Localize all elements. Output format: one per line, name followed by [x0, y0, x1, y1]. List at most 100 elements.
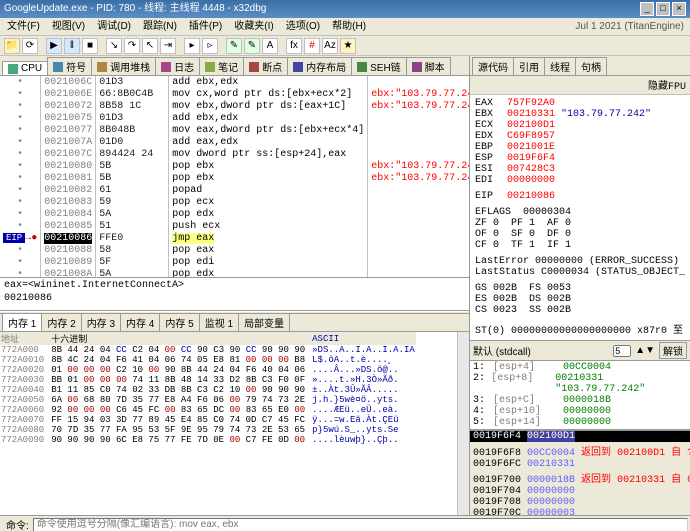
menu-options[interactable]: 选项(O): [281, 18, 325, 35]
run-icon[interactable]: ▶: [46, 38, 62, 54]
dump-row[interactable]: 772A0008B 44 24 04 CC C2 04 00 CC 90 C3 …: [0, 345, 416, 355]
menu-help[interactable]: 帮助(H): [327, 18, 371, 35]
disasm-row[interactable]: •002100778B048Bmov eax,dword ptr ds:[ebx…: [0, 124, 469, 136]
minimize-button[interactable]: _: [640, 2, 654, 16]
tab-memmap[interactable]: 内存布局: [287, 57, 352, 75]
disasm-row[interactable]: •0021008359pop ecx: [0, 196, 469, 208]
disasm-row[interactable]: •002100805Bpop ebxebx:"103.79.77.242": [0, 160, 469, 172]
disasm-row[interactable]: •002100728B58 1Cmov ebx,dword ptr ds:[ea…: [0, 100, 469, 112]
arg-row[interactable]: 4:[esp+10]00000000: [470, 406, 690, 417]
maximize-button[interactable]: □: [656, 2, 670, 16]
tab-breakpoints[interactable]: 断点: [243, 57, 288, 75]
favorite-icon[interactable]: ★: [340, 38, 356, 54]
tab-locals[interactable]: 局部变量: [238, 314, 290, 331]
tab-seh[interactable]: SEH链: [351, 57, 407, 75]
dump-row[interactable]: 772A0070FF 15 94 03 3D 77 89 45 E4 85 C0…: [0, 415, 416, 425]
arg-row[interactable]: 5:[esp+14]00000000: [470, 417, 690, 428]
menu-view[interactable]: 视图(V): [47, 18, 90, 35]
disasm-row[interactable]: •0021006C01D3add ebx,edx: [0, 76, 469, 88]
arg-row[interactable]: 1:[esp+4]00CC0004: [470, 362, 690, 373]
disasm-row[interactable]: •002100845Apop edx: [0, 208, 469, 220]
hash-icon[interactable]: #: [304, 38, 320, 54]
disassembly-view[interactable]: •0021006C01D3add ebx,edx•0021006E66:8B0C…: [0, 76, 469, 277]
open-icon[interactable]: 📁: [4, 38, 20, 54]
dump-row[interactable]: 772A002001 00 00 00 C2 10 00 90 8B 44 24…: [0, 365, 416, 375]
stack-row[interactable]: 0019F6FC 00210331: [473, 459, 687, 470]
pause-icon[interactable]: ‖: [64, 38, 80, 54]
step-out-icon[interactable]: ↖: [142, 38, 158, 54]
disasm-row[interactable]: •002100895Fpop edi: [0, 256, 469, 268]
tab-threads[interactable]: 线程: [544, 57, 576, 75]
tab-dump4[interactable]: 内存 4: [120, 314, 160, 331]
unlock-button[interactable]: 解锁: [659, 342, 687, 359]
restart-icon[interactable]: ⟳: [22, 38, 38, 54]
tab-watch1[interactable]: 监视 1: [199, 314, 239, 331]
arg-count-input[interactable]: [613, 345, 631, 357]
tab-callstack[interactable]: 调用堆栈: [91, 57, 156, 75]
stop-icon[interactable]: ■: [82, 38, 98, 54]
label-icon[interactable]: A: [262, 38, 278, 54]
hide-fpu-button[interactable]: 隐藏FPU: [470, 76, 690, 95]
disasm-row[interactable]: •0021008858pop eax: [0, 244, 469, 256]
disasm-row[interactable]: •0021008A5Apop edx: [0, 268, 469, 277]
tab-dump1[interactable]: 内存 1: [2, 314, 42, 331]
dump-row[interactable]: 772A0040B1 11 85 C0 74 02 33 DB 8B C3 C2…: [0, 385, 416, 395]
dump-row[interactable]: 772A009090 90 90 90 6C E8 75 77 FE 7D 0E…: [0, 435, 416, 445]
assemble-icon[interactable]: Az: [322, 38, 338, 54]
tab-dump5[interactable]: 内存 5: [159, 314, 199, 331]
calling-convention[interactable]: 默认 (stdcall): [473, 343, 531, 358]
menu-file[interactable]: 文件(F): [2, 18, 45, 35]
step-into-icon[interactable]: ↘: [106, 38, 122, 54]
disasm-row[interactable]: •0021008551push ecx: [0, 220, 469, 232]
calc-icon[interactable]: fx: [286, 38, 302, 54]
dump-scrollbar[interactable]: [457, 332, 469, 515]
comment-icon[interactable]: ✎: [244, 38, 260, 54]
tab-symbols[interactable]: 符号: [47, 57, 92, 75]
stack-row[interactable]: 0019F704 00000000: [473, 486, 687, 497]
callstack-icon: [97, 62, 107, 72]
args-list[interactable]: 1:[esp+4]00CC00042:[esp+8]00210331 "103.…: [470, 361, 690, 429]
disasm-row[interactable]: •0021008261popad: [0, 184, 469, 196]
tab-handles[interactable]: 句柄: [575, 57, 607, 75]
menu-favorites[interactable]: 收藏夹(I): [229, 18, 278, 35]
tab-script[interactable]: 脚本: [406, 57, 451, 75]
arg-row[interactable]: 3:[esp+C]0000018B: [470, 395, 690, 406]
disasm-row[interactable]: •002100815Bpop ebxebx:"103.79.77.242": [0, 172, 469, 184]
disasm-row[interactable]: EIP→●00210086FFE0jmp eax: [0, 232, 469, 244]
command-input[interactable]: [33, 518, 688, 531]
info-line2: 00210086: [4, 293, 465, 304]
trace-into-icon[interactable]: ▸: [184, 38, 200, 54]
arg-row[interactable]: 2:[esp+8]00210331 "103.79.77.242": [470, 373, 690, 395]
tab-log[interactable]: 日志: [155, 57, 200, 75]
dump-row[interactable]: 772A008070 7D 35 77 FA 95 53 5F 9E 95 79…: [0, 425, 416, 435]
step-over-icon[interactable]: ↷: [124, 38, 140, 54]
menu-trace[interactable]: 跟踪(N): [138, 18, 182, 35]
tab-notes[interactable]: 笔记: [199, 57, 244, 75]
menu-plugins[interactable]: 插件(P): [184, 18, 227, 35]
stack-row[interactable]: 0019F70C 00000003: [473, 508, 687, 515]
run-to-icon[interactable]: ⇥: [160, 38, 176, 54]
dump-row[interactable]: 772A00108B 4C 24 04 F6 41 04 06 74 05 E8…: [0, 355, 416, 365]
tab-refs[interactable]: 引用: [513, 57, 545, 75]
disasm-row[interactable]: •0021007A01D0add eax,edx: [0, 136, 469, 148]
registers-panel[interactable]: 隐藏FPU EAX 757F92A0 EBX 00210331 "103.79.…: [470, 76, 690, 341]
disasm-row[interactable]: •0021007C894424 24mov dword ptr ss:[esp+…: [0, 148, 469, 160]
disasm-row[interactable]: •0021007501D3add ebx,edx: [0, 112, 469, 124]
tab-dump2[interactable]: 内存 2: [41, 314, 81, 331]
stack-row[interactable]: 0019F708 00000000: [473, 497, 687, 508]
disasm-row[interactable]: •0021006E66:8B0C4Bmov cx,word ptr ds:[eb…: [0, 88, 469, 100]
trace-over-icon[interactable]: ▹: [202, 38, 218, 54]
stack-row[interactable]: 0019F6F8 00CC0004 返回到 002100D1 自 ???: [473, 443, 687, 459]
tab-cpu[interactable]: CPU: [2, 61, 48, 75]
tab-source[interactable]: 源代码: [472, 57, 514, 75]
menu-debug[interactable]: 调试(D): [92, 18, 136, 35]
patch-icon[interactable]: ✎: [226, 38, 242, 54]
close-button[interactable]: ×: [672, 2, 686, 16]
memory-dump[interactable]: 地址 十六进制 ASCII 772A0008B 44 24 04 CC C2 0…: [0, 332, 457, 515]
stack-row[interactable]: 0019F700 0000018B 返回到 00210331 自 0021008…: [473, 470, 687, 486]
dump-row[interactable]: 772A0030BB 01 00 00 00 74 11 8B 48 14 33…: [0, 375, 416, 385]
dump-row[interactable]: 772A00506A 00 68 80 7D 35 77 E8 A4 F6 06…: [0, 395, 416, 405]
dump-row[interactable]: 772A006092 00 00 00 C6 45 FC 00 83 65 DC…: [0, 405, 416, 415]
stack-view[interactable]: 0019F6F4 002100D1 0019F6F8 00CC0004 返回到 …: [470, 430, 690, 515]
tab-dump3[interactable]: 内存 3: [81, 314, 121, 331]
